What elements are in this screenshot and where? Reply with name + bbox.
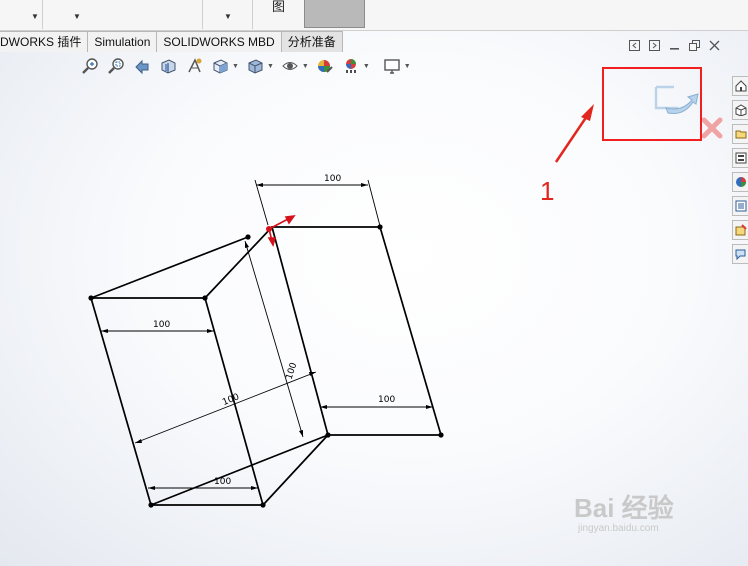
dimension-front-top[interactable]: 100 <box>153 320 170 330</box>
sketch-origin-icon <box>265 214 296 248</box>
sketch-point[interactable] <box>245 234 251 240</box>
dimension-texts: 100 100 100 100 100 100 <box>153 174 395 487</box>
sketch-point[interactable] <box>202 295 208 301</box>
dimension-right[interactable]: 100 <box>378 395 395 405</box>
sketch-point[interactable] <box>438 432 444 438</box>
dimension-depth[interactable]: 100 <box>285 361 300 381</box>
sketch-line[interactable] <box>262 434 329 506</box>
sketch-line[interactable] <box>204 226 273 299</box>
dimension-lines <box>101 179 433 489</box>
sketch-points <box>88 224 444 508</box>
sketch-canvas[interactable]: 100 100 100 100 100 100 <box>0 0 748 566</box>
watermark-logo: Bai 经验 <box>574 493 674 523</box>
sketch-line[interactable] <box>150 434 329 506</box>
sketch-line[interactable] <box>90 297 152 506</box>
dimension-front-bottom[interactable]: 100 <box>214 477 231 487</box>
sketch-point[interactable] <box>88 295 94 301</box>
watermark: Bai 经验 jingyan.baidu.com <box>574 488 674 534</box>
dimension-top[interactable]: 100 <box>324 174 341 184</box>
sketch-point[interactable] <box>148 502 154 508</box>
sketch-line[interactable] <box>90 236 249 299</box>
sketch-point[interactable] <box>260 502 266 508</box>
sketch-point[interactable] <box>325 432 331 438</box>
sketch-line[interactable] <box>271 226 329 436</box>
